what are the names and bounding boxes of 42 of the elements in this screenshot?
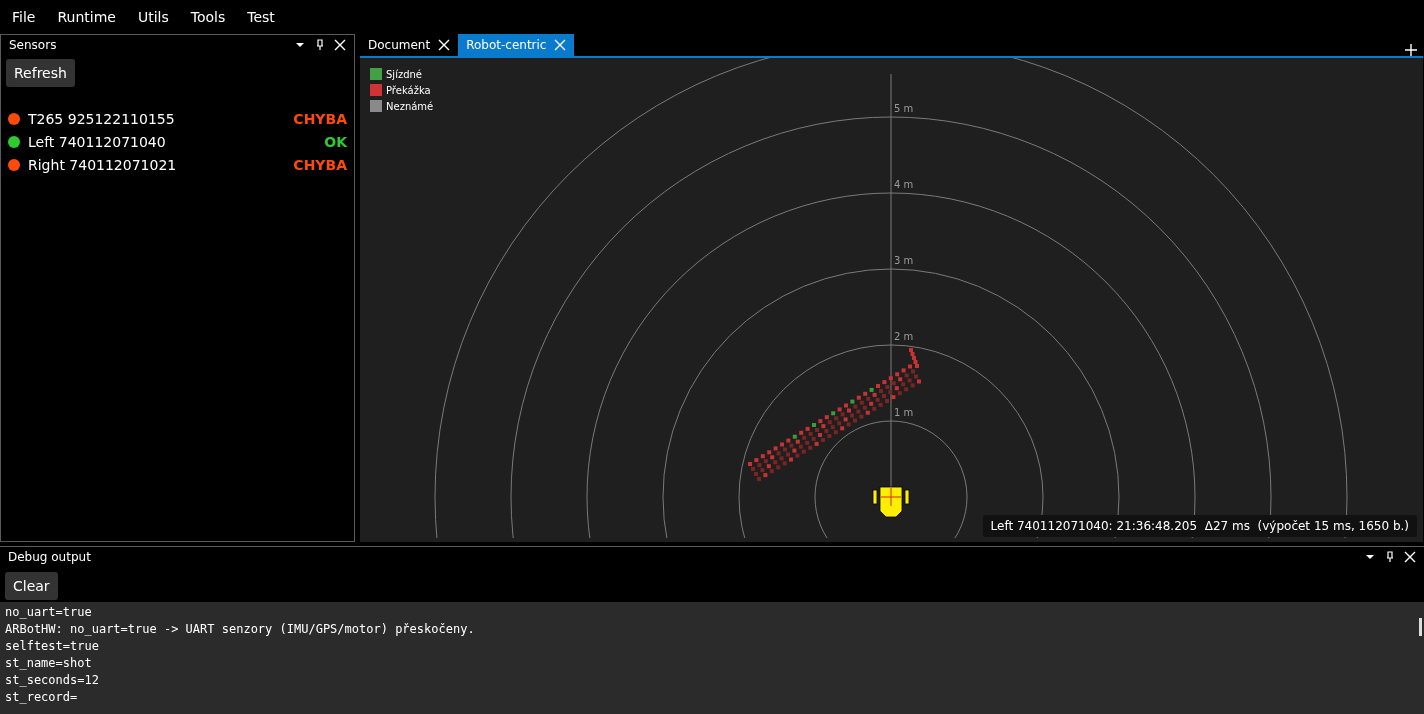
menu-item[interactable]: Test xyxy=(239,9,283,25)
distance-label: 2 m xyxy=(894,331,914,342)
add-tab-icon[interactable] xyxy=(1405,44,1417,56)
log-line: no_uart=true xyxy=(5,604,93,621)
scrollbar-thumb[interactable] xyxy=(1419,618,1422,636)
sensor-status: OK xyxy=(324,133,348,150)
sensor-status: CHYBA xyxy=(293,156,348,173)
log-line: st_record= xyxy=(5,689,79,706)
distance-label: 3 m xyxy=(894,255,914,266)
close-icon[interactable] xyxy=(1404,551,1416,563)
log-line: st_name=shot xyxy=(5,655,93,672)
robot-icon xyxy=(872,486,910,518)
panel-title: Sensors xyxy=(9,38,57,52)
log-line: st_seconds=12 xyxy=(5,672,100,689)
sensor-name: Right 740112071021 xyxy=(28,156,178,173)
sensor-item[interactable]: T265 925122110155 CHYBA xyxy=(6,109,349,128)
close-icon[interactable] xyxy=(438,39,451,51)
legend-label: Sjízdné xyxy=(386,68,422,80)
legend-label: Překážka xyxy=(386,84,431,96)
menu-item[interactable]: File xyxy=(4,9,44,25)
refresh-button[interactable]: Refresh xyxy=(6,59,75,87)
pin-icon[interactable] xyxy=(1384,551,1396,563)
sensor-status: CHYBA xyxy=(293,110,348,127)
distance-label: 5 m xyxy=(894,103,914,114)
menu-item[interactable]: Tools xyxy=(182,9,234,25)
sensor-name: T265 925122110155 xyxy=(28,110,176,127)
sensor-item[interactable]: Right 740112071021 CHYBA xyxy=(6,155,349,174)
sensor-name: Left 740112071040 xyxy=(28,133,167,150)
pin-icon[interactable] xyxy=(314,39,326,51)
distance-label: 1 m xyxy=(894,407,914,418)
panel-title: Debug output xyxy=(8,550,91,564)
distance-label: 4 m xyxy=(894,179,914,190)
close-icon[interactable] xyxy=(334,39,346,51)
legend-label: Neznámé xyxy=(386,100,434,112)
sensor-item[interactable]: Left 740112071040 OK xyxy=(6,132,349,151)
status-overlay: Left 740112071040: 21:36:48.205 Δ27 ms (výpočet 15 ms, 1650 b.) xyxy=(982,515,1417,537)
log-line: ARBotHW: no_uart=true -> UART senzory (IMU/GPS/motor) přeskočeny. xyxy=(5,621,476,638)
clear-button[interactable]: Clear xyxy=(5,572,58,600)
tab[interactable]: Robot-centric xyxy=(458,34,575,56)
menu-item[interactable]: Utils xyxy=(129,9,177,25)
menu-item[interactable]: Runtime xyxy=(49,9,124,25)
log-line: selftest=true xyxy=(5,638,100,655)
